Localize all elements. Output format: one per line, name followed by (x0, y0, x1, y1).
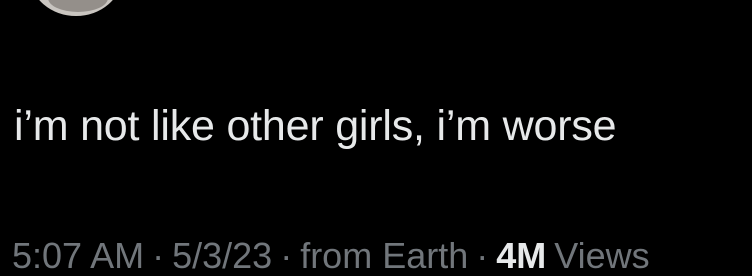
tweet-time[interactable]: 5:07 AM (12, 236, 144, 276)
tweet-date[interactable]: 5/3/23 (172, 236, 272, 276)
views-count[interactable]: 4M (496, 236, 546, 276)
tweet-source: from Earth (300, 235, 469, 276)
tweet-meta: 5:07 AM · 5/3/23 · from Earth · 4M Views (12, 236, 650, 276)
meta-separator: · (280, 235, 293, 276)
views-label: Views (554, 235, 650, 276)
avatar[interactable] (30, 0, 122, 16)
meta-separator: · (476, 235, 489, 276)
tweet-text: i’m not like other girls, i’m worse (14, 102, 617, 150)
meta-separator: · (152, 235, 165, 276)
avatar-photo-detail (48, 0, 108, 12)
